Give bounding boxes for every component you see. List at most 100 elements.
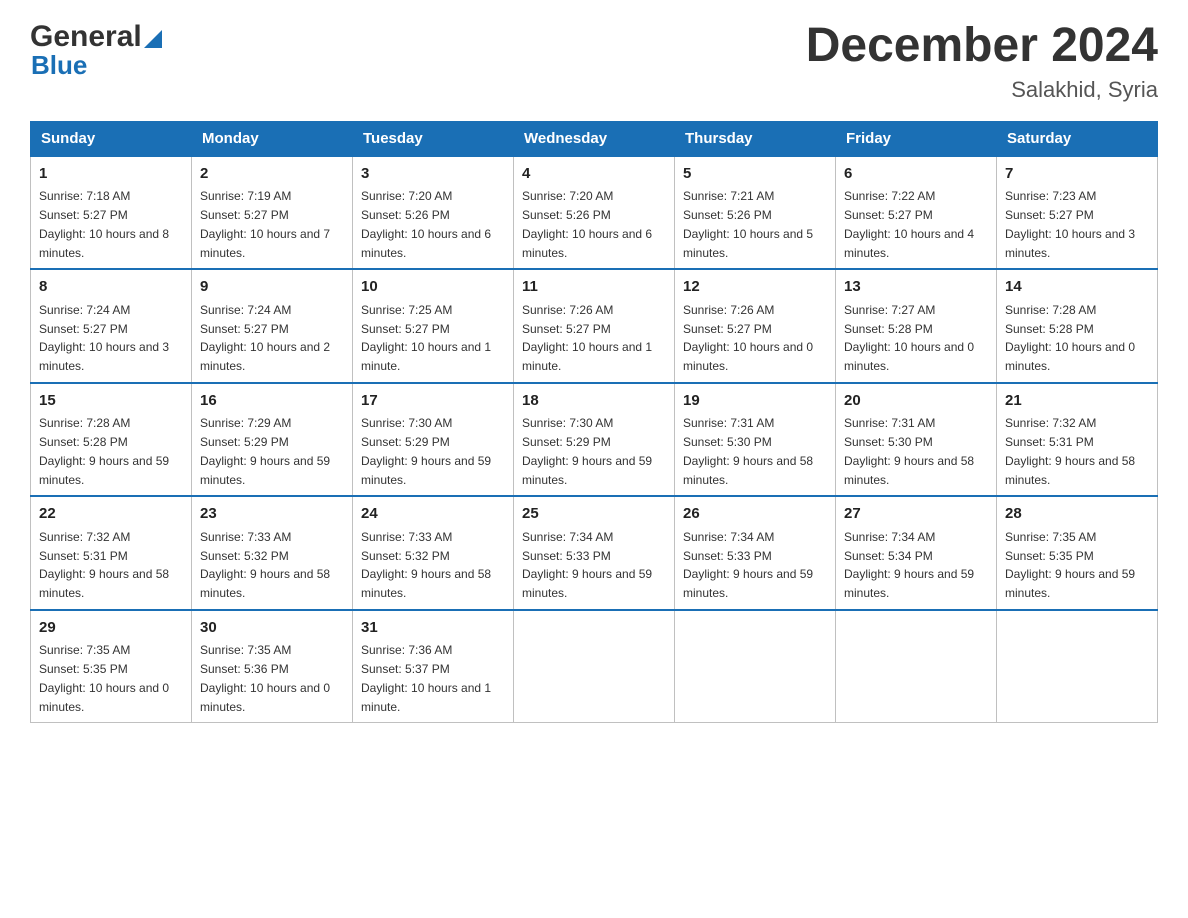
table-row: 11 Sunrise: 7:26 AMSunset: 5:27 PMDaylig…	[514, 269, 675, 383]
day-info: Sunrise: 7:35 AMSunset: 5:35 PMDaylight:…	[39, 643, 169, 713]
table-row: 3 Sunrise: 7:20 AMSunset: 5:26 PMDayligh…	[353, 156, 514, 270]
table-row: 20 Sunrise: 7:31 AMSunset: 5:30 PMDaylig…	[836, 383, 997, 497]
table-row: 27 Sunrise: 7:34 AMSunset: 5:34 PMDaylig…	[836, 496, 997, 610]
calendar-header-row: Sunday Monday Tuesday Wednesday Thursday…	[31, 121, 1158, 156]
day-number: 14	[1005, 276, 1149, 299]
day-info: Sunrise: 7:20 AMSunset: 5:26 PMDaylight:…	[522, 189, 652, 259]
col-monday: Monday	[192, 121, 353, 156]
col-sunday: Sunday	[31, 121, 192, 156]
day-info: Sunrise: 7:18 AMSunset: 5:27 PMDaylight:…	[39, 189, 169, 259]
day-number: 17	[361, 390, 505, 413]
day-info: Sunrise: 7:32 AMSunset: 5:31 PMDaylight:…	[39, 530, 169, 600]
day-info: Sunrise: 7:33 AMSunset: 5:32 PMDaylight:…	[200, 530, 330, 600]
day-info: Sunrise: 7:34 AMSunset: 5:33 PMDaylight:…	[683, 530, 813, 600]
table-row: 24 Sunrise: 7:33 AMSunset: 5:32 PMDaylig…	[353, 496, 514, 610]
day-info: Sunrise: 7:32 AMSunset: 5:31 PMDaylight:…	[1005, 416, 1135, 486]
table-row: 2 Sunrise: 7:19 AMSunset: 5:27 PMDayligh…	[192, 156, 353, 270]
table-row: 17 Sunrise: 7:30 AMSunset: 5:29 PMDaylig…	[353, 383, 514, 497]
day-info: Sunrise: 7:26 AMSunset: 5:27 PMDaylight:…	[683, 303, 813, 373]
table-row: 9 Sunrise: 7:24 AMSunset: 5:27 PMDayligh…	[192, 269, 353, 383]
table-row: 29 Sunrise: 7:35 AMSunset: 5:35 PMDaylig…	[31, 610, 192, 723]
day-number: 11	[522, 276, 666, 299]
day-number: 20	[844, 390, 988, 413]
calendar-week-row: 1 Sunrise: 7:18 AMSunset: 5:27 PMDayligh…	[31, 156, 1158, 270]
day-info: Sunrise: 7:30 AMSunset: 5:29 PMDaylight:…	[522, 416, 652, 486]
day-info: Sunrise: 7:24 AMSunset: 5:27 PMDaylight:…	[200, 303, 330, 373]
day-number: 19	[683, 390, 827, 413]
table-row: 8 Sunrise: 7:24 AMSunset: 5:27 PMDayligh…	[31, 269, 192, 383]
logo-blue-text: Blue	[30, 50, 87, 81]
day-info: Sunrise: 7:30 AMSunset: 5:29 PMDaylight:…	[361, 416, 491, 486]
day-number: 1	[39, 163, 183, 186]
day-number: 24	[361, 503, 505, 526]
table-row	[514, 610, 675, 723]
table-row: 16 Sunrise: 7:29 AMSunset: 5:29 PMDaylig…	[192, 383, 353, 497]
day-info: Sunrise: 7:36 AMSunset: 5:37 PMDaylight:…	[361, 643, 491, 713]
day-info: Sunrise: 7:33 AMSunset: 5:32 PMDaylight:…	[361, 530, 491, 600]
calendar-week-row: 8 Sunrise: 7:24 AMSunset: 5:27 PMDayligh…	[31, 269, 1158, 383]
table-row: 22 Sunrise: 7:32 AMSunset: 5:31 PMDaylig…	[31, 496, 192, 610]
day-info: Sunrise: 7:21 AMSunset: 5:26 PMDaylight:…	[683, 189, 813, 259]
table-row: 12 Sunrise: 7:26 AMSunset: 5:27 PMDaylig…	[675, 269, 836, 383]
day-info: Sunrise: 7:28 AMSunset: 5:28 PMDaylight:…	[1005, 303, 1135, 373]
logo-arrow-icon	[144, 30, 162, 48]
table-row	[836, 610, 997, 723]
table-row: 6 Sunrise: 7:22 AMSunset: 5:27 PMDayligh…	[836, 156, 997, 270]
day-number: 5	[683, 163, 827, 186]
day-info: Sunrise: 7:27 AMSunset: 5:28 PMDaylight:…	[844, 303, 974, 373]
table-row: 30 Sunrise: 7:35 AMSunset: 5:36 PMDaylig…	[192, 610, 353, 723]
table-row: 4 Sunrise: 7:20 AMSunset: 5:26 PMDayligh…	[514, 156, 675, 270]
day-number: 26	[683, 503, 827, 526]
table-row: 15 Sunrise: 7:28 AMSunset: 5:28 PMDaylig…	[31, 383, 192, 497]
table-row: 25 Sunrise: 7:34 AMSunset: 5:33 PMDaylig…	[514, 496, 675, 610]
day-info: Sunrise: 7:35 AMSunset: 5:35 PMDaylight:…	[1005, 530, 1135, 600]
table-row	[997, 610, 1158, 723]
day-number: 25	[522, 503, 666, 526]
day-info: Sunrise: 7:26 AMSunset: 5:27 PMDaylight:…	[522, 303, 652, 373]
col-tuesday: Tuesday	[353, 121, 514, 156]
page-header: General Blue December 2024 Salakhid, Syr…	[30, 20, 1158, 103]
logo: General Blue	[30, 20, 162, 81]
day-number: 13	[844, 276, 988, 299]
table-row: 21 Sunrise: 7:32 AMSunset: 5:31 PMDaylig…	[997, 383, 1158, 497]
day-number: 28	[1005, 503, 1149, 526]
table-row: 18 Sunrise: 7:30 AMSunset: 5:29 PMDaylig…	[514, 383, 675, 497]
day-number: 12	[683, 276, 827, 299]
calendar-table: Sunday Monday Tuesday Wednesday Thursday…	[30, 121, 1158, 724]
col-saturday: Saturday	[997, 121, 1158, 156]
calendar-week-row: 22 Sunrise: 7:32 AMSunset: 5:31 PMDaylig…	[31, 496, 1158, 610]
calendar-week-row: 15 Sunrise: 7:28 AMSunset: 5:28 PMDaylig…	[31, 383, 1158, 497]
col-thursday: Thursday	[675, 121, 836, 156]
day-info: Sunrise: 7:31 AMSunset: 5:30 PMDaylight:…	[844, 416, 974, 486]
day-number: 22	[39, 503, 183, 526]
table-row: 14 Sunrise: 7:28 AMSunset: 5:28 PMDaylig…	[997, 269, 1158, 383]
calendar-week-row: 29 Sunrise: 7:35 AMSunset: 5:35 PMDaylig…	[31, 610, 1158, 723]
day-number: 9	[200, 276, 344, 299]
day-info: Sunrise: 7:34 AMSunset: 5:33 PMDaylight:…	[522, 530, 652, 600]
day-number: 31	[361, 617, 505, 640]
day-info: Sunrise: 7:22 AMSunset: 5:27 PMDaylight:…	[844, 189, 974, 259]
day-info: Sunrise: 7:25 AMSunset: 5:27 PMDaylight:…	[361, 303, 491, 373]
table-row: 5 Sunrise: 7:21 AMSunset: 5:26 PMDayligh…	[675, 156, 836, 270]
day-info: Sunrise: 7:20 AMSunset: 5:26 PMDaylight:…	[361, 189, 491, 259]
day-number: 15	[39, 390, 183, 413]
table-row: 7 Sunrise: 7:23 AMSunset: 5:27 PMDayligh…	[997, 156, 1158, 270]
table-row: 26 Sunrise: 7:34 AMSunset: 5:33 PMDaylig…	[675, 496, 836, 610]
table-row: 1 Sunrise: 7:18 AMSunset: 5:27 PMDayligh…	[31, 156, 192, 270]
table-row: 28 Sunrise: 7:35 AMSunset: 5:35 PMDaylig…	[997, 496, 1158, 610]
col-friday: Friday	[836, 121, 997, 156]
day-info: Sunrise: 7:19 AMSunset: 5:27 PMDaylight:…	[200, 189, 330, 259]
title-section: December 2024 Salakhid, Syria	[806, 20, 1158, 103]
table-row: 13 Sunrise: 7:27 AMSunset: 5:28 PMDaylig…	[836, 269, 997, 383]
day-number: 2	[200, 163, 344, 186]
day-number: 6	[844, 163, 988, 186]
col-wednesday: Wednesday	[514, 121, 675, 156]
day-number: 18	[522, 390, 666, 413]
day-number: 29	[39, 617, 183, 640]
day-info: Sunrise: 7:35 AMSunset: 5:36 PMDaylight:…	[200, 643, 330, 713]
day-number: 23	[200, 503, 344, 526]
day-number: 10	[361, 276, 505, 299]
day-number: 30	[200, 617, 344, 640]
day-info: Sunrise: 7:28 AMSunset: 5:28 PMDaylight:…	[39, 416, 169, 486]
day-info: Sunrise: 7:23 AMSunset: 5:27 PMDaylight:…	[1005, 189, 1135, 259]
